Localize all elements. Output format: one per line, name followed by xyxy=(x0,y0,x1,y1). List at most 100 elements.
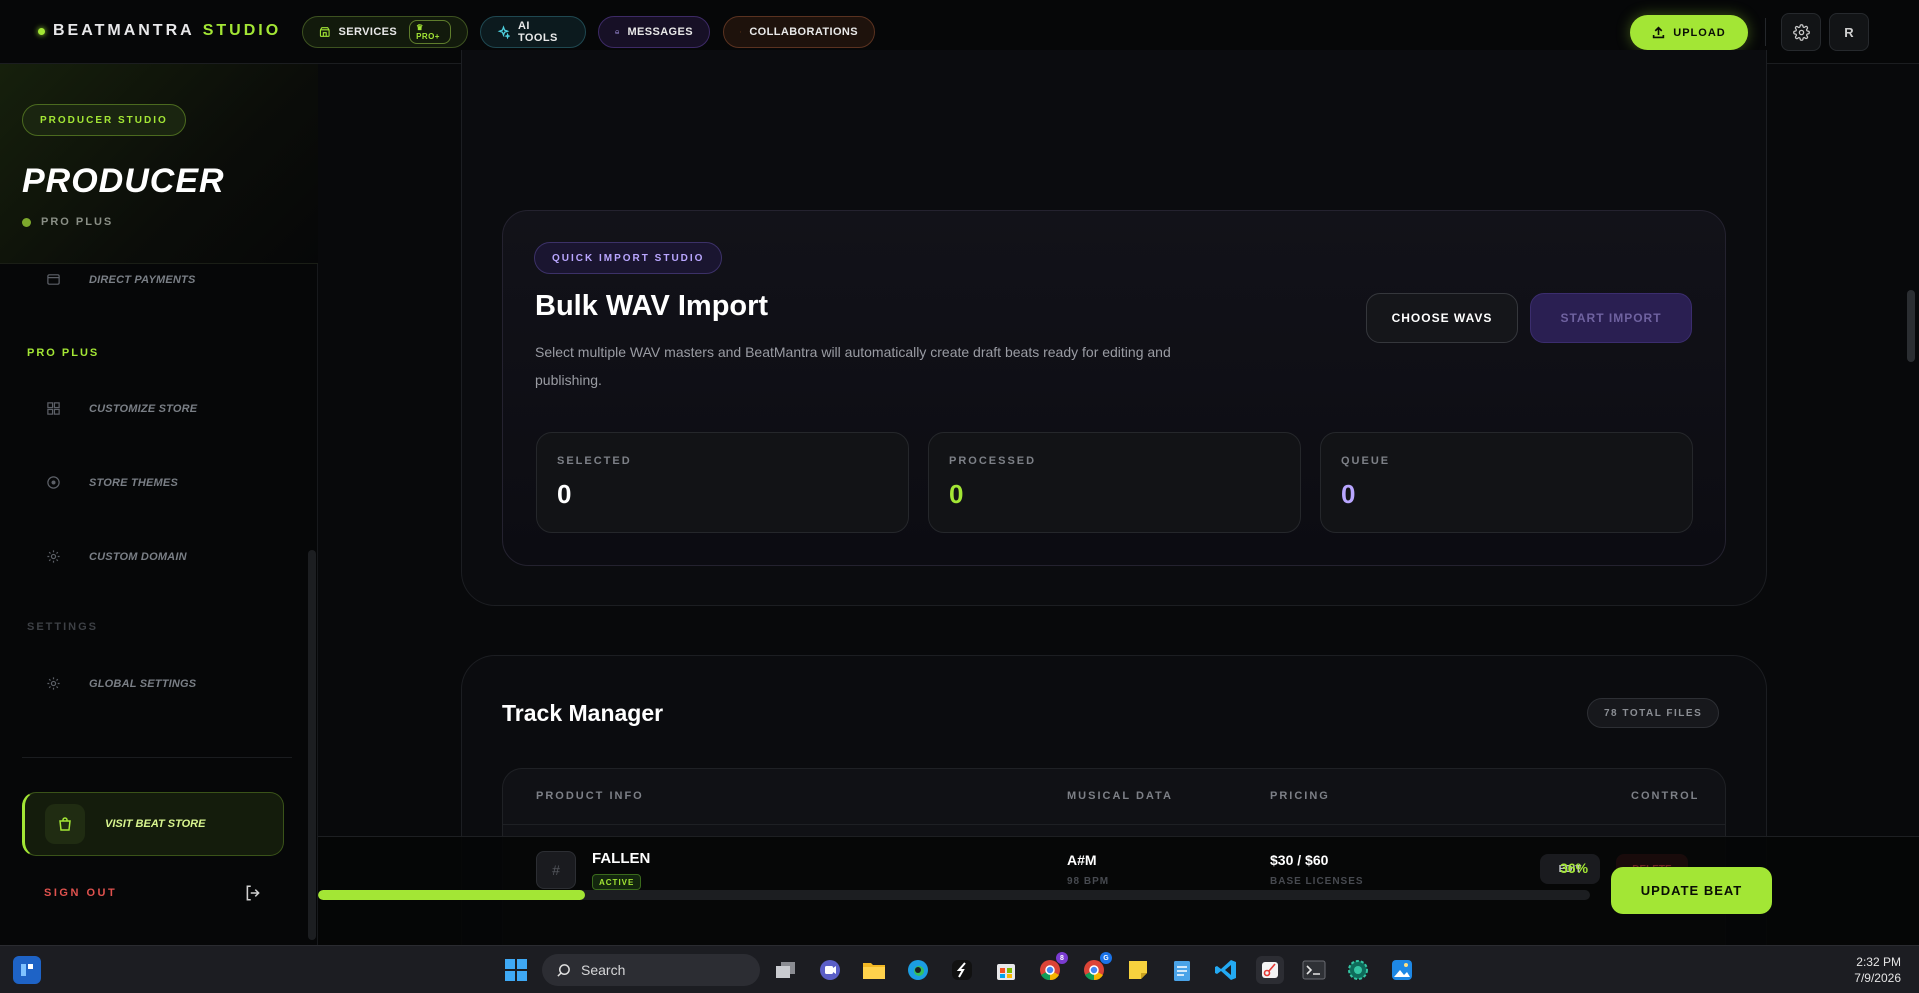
plan-badge: PRO PLUS xyxy=(22,216,113,228)
grid-icon xyxy=(47,402,60,415)
nav-collaborations[interactable]: COLLABORATIONS xyxy=(723,16,875,48)
clock-time: 2:32 PM xyxy=(1856,955,1901,969)
shopping-bag-icon xyxy=(45,804,85,844)
progress-fill xyxy=(318,890,586,900)
gear-icon xyxy=(47,550,60,563)
nav-collaborations-label: COLLABORATIONS xyxy=(749,26,858,38)
column-header-pricing: PRICING xyxy=(1270,790,1330,802)
taskbar: Search 8 G 2:32 PM 7/9/2026 xyxy=(0,945,1919,993)
chrome-icon[interactable]: 8 xyxy=(1036,952,1068,984)
sidebar-item-store-themes[interactable]: STORE THEMES xyxy=(46,475,178,490)
stat-value: 0 xyxy=(557,479,572,509)
nav-services[interactable]: SERVICES ♛ PRO+ xyxy=(302,16,468,48)
main-scrollbar[interactable] xyxy=(1907,290,1915,362)
column-header-musical: MUSICAL DATA xyxy=(1067,790,1173,802)
taskbar-search-label: Search xyxy=(581,962,626,978)
palette-icon xyxy=(47,476,60,489)
sign-out-link[interactable]: SIGN OUT xyxy=(44,887,117,899)
windows-start-icon[interactable] xyxy=(502,956,530,984)
header-divider xyxy=(1765,18,1766,46)
sidebar-item-direct-payments[interactable]: DIRECT PAYMENTS xyxy=(46,272,196,287)
track-manager-title: Track Manager xyxy=(502,700,664,726)
sidebar-item-label: CUSTOM DOMAIN xyxy=(89,550,187,563)
start-import-button[interactable]: START IMPORT xyxy=(1530,293,1692,343)
plan-dot xyxy=(22,217,31,227)
snipping-tool-icon[interactable] xyxy=(1256,956,1284,984)
sidebar-divider xyxy=(22,757,292,758)
chrome-icon[interactable]: G xyxy=(1080,952,1112,984)
system-clock[interactable]: 2:32 PM 7/9/2026 xyxy=(1854,954,1901,986)
sidebar-item-label: DIRECT PAYMENTS xyxy=(89,273,196,286)
sidebar-item-global-settings[interactable]: GLOBAL SETTINGS xyxy=(46,676,196,691)
status-badge: ACTIVE xyxy=(592,874,642,890)
nav-services-label: SERVICES xyxy=(338,26,398,38)
gear-icon xyxy=(1792,23,1810,41)
taskbar-search[interactable]: Search xyxy=(542,954,760,986)
terminal-icon[interactable] xyxy=(1300,956,1328,984)
sidebar-title: PRODUCER xyxy=(22,162,225,200)
store-icon[interactable] xyxy=(992,956,1020,984)
avatar-button[interactable]: R xyxy=(1829,13,1869,51)
total-files-badge: 78 TOTAL FILES xyxy=(1587,698,1720,728)
app-icon[interactable] xyxy=(948,956,976,984)
beat-thumbnail[interactable]: # xyxy=(536,851,576,889)
beat-name: FALLEN xyxy=(592,850,651,867)
task-view-icon[interactable] xyxy=(772,956,800,984)
wallet-icon xyxy=(47,274,60,285)
notification-badge: 8 xyxy=(1056,952,1068,964)
brand-dot xyxy=(38,27,45,35)
sidebar-scrollbar[interactable] xyxy=(308,550,316,940)
nav-messages-label: MESSAGES xyxy=(627,26,693,38)
sidebar-item-customize-store[interactable]: CUSTOMIZE STORE xyxy=(46,401,197,416)
notification-badge: G xyxy=(1100,952,1112,964)
visit-beat-store-label: VISIT BEAT STORE xyxy=(105,818,206,830)
table-header-divider xyxy=(503,824,1725,825)
quick-import-pill: QUICK IMPORT STUDIO xyxy=(534,242,723,274)
update-beat-button[interactable]: UPDATE BEAT xyxy=(1611,867,1772,914)
sidebar-item-label: STORE THEMES xyxy=(89,476,178,489)
search-icon xyxy=(557,963,570,977)
logout-icon[interactable] xyxy=(244,884,262,902)
beat-price: $30 / $60 xyxy=(1270,852,1329,868)
nav-ai-tools-label: AI TOOLS xyxy=(518,20,558,44)
widgets-icon[interactable] xyxy=(13,956,41,984)
beat-bpm: 98 BPM xyxy=(1067,876,1110,887)
beat-key: A#M xyxy=(1067,852,1097,868)
vscode-icon[interactable] xyxy=(1212,956,1240,984)
progress-percent: 36% xyxy=(1560,860,1589,876)
sidebar-item-label: GLOBAL SETTINGS xyxy=(89,677,197,690)
upload-button[interactable]: UPLOAD xyxy=(1630,15,1748,50)
choose-wavs-button[interactable]: CHOOSE WAVS xyxy=(1366,293,1518,343)
visit-beat-store-button[interactable]: VISIT BEAT STORE xyxy=(22,792,284,856)
notepad-icon[interactable] xyxy=(1168,956,1196,984)
photos-icon[interactable] xyxy=(1388,956,1416,984)
sidebar-item-custom-domain[interactable]: CUSTOM DOMAIN xyxy=(46,549,187,564)
stat-selected: SELECTED 0 xyxy=(536,432,909,533)
plan-label: PRO PLUS xyxy=(41,216,114,228)
brand-logo[interactable]: BEATMANTRA STUDIO xyxy=(38,22,281,40)
section-settings: SETTINGS xyxy=(27,621,99,633)
stat-value: 0 xyxy=(1341,479,1356,509)
store-icon xyxy=(319,27,330,37)
users-icon xyxy=(740,31,742,33)
nav-messages[interactable]: MESSAGES xyxy=(598,16,710,48)
edge-icon[interactable] xyxy=(904,956,932,984)
nav-ai-tools[interactable]: AI TOOLS xyxy=(480,16,586,48)
inbox-icon xyxy=(615,30,620,34)
column-header-control: CONTROL xyxy=(1631,790,1700,802)
column-header-product: PRODUCT INFO xyxy=(536,790,644,802)
app-icon[interactable] xyxy=(1344,956,1372,984)
chat-icon[interactable] xyxy=(816,956,844,984)
stat-value: 0 xyxy=(949,479,964,509)
stat-queue: QUEUE 0 xyxy=(1320,432,1693,533)
upload-label: UPLOAD xyxy=(1673,26,1726,39)
stat-label: SELECTED xyxy=(557,455,632,467)
sticky-notes-icon[interactable] xyxy=(1124,956,1152,984)
brand-suffix: STUDIO xyxy=(202,22,282,39)
producer-studio-pill: PRODUCER STUDIO xyxy=(22,104,186,136)
file-explorer-icon[interactable] xyxy=(860,956,888,984)
sparkles-icon xyxy=(497,25,510,39)
update-progress-bar xyxy=(318,890,1590,900)
brand-name: BEATMANTRA xyxy=(53,22,195,39)
settings-button[interactable] xyxy=(1781,13,1821,51)
